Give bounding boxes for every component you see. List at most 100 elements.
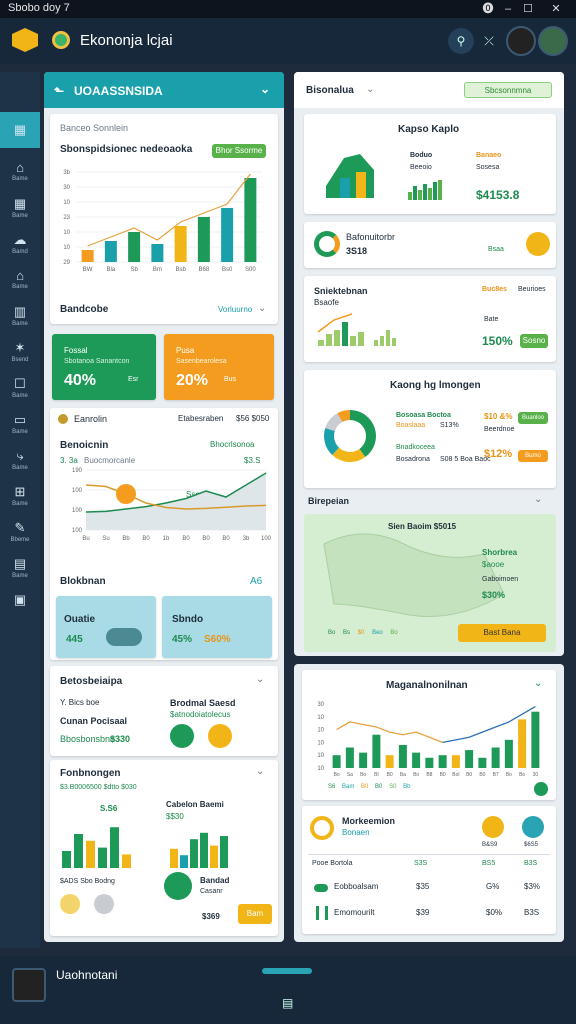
- bar: [433, 182, 437, 200]
- back-icon[interactable]: ⬑: [54, 84, 64, 98]
- row-label: Eobboalsam: [334, 882, 379, 891]
- chevron-down-icon[interactable]: ⌄: [256, 674, 264, 685]
- rail-item[interactable]: ☁ Bamd: [0, 228, 40, 264]
- legend-label: Bnadkoceea: [396, 444, 435, 451]
- kpi-value: 40%: [64, 372, 97, 389]
- legend-item: B0: [361, 784, 369, 790]
- x-tick-label: Bu: [82, 536, 89, 542]
- x-tick-label: Bla: [107, 267, 116, 273]
- info-icon[interactable]: ⓿: [480, 1, 496, 17]
- refresh-icon[interactable]: [534, 782, 548, 796]
- edit-icon: ✎: [14, 520, 26, 535]
- combo-chart-card: Maganalnonilnan ⌄ 30 10 10 10 10 10 Bo Sa Bo Bl B0…: [302, 670, 556, 800]
- chevron-down-icon[interactable]: ⌄: [260, 82, 270, 96]
- piggy-icon: [106, 628, 142, 646]
- action-button[interactable]: Bam: [238, 904, 272, 924]
- status-badge[interactable]: Sosno: [520, 334, 548, 348]
- rail-item[interactable]: ⊞ Bame: [0, 480, 40, 516]
- map-button[interactable]: Bast Bana: [458, 624, 546, 642]
- home-indicator[interactable]: [262, 968, 312, 974]
- rail-item[interactable]: ☐ Bame: [0, 372, 40, 408]
- x-tick-label: Bl: [374, 772, 378, 778]
- x-tick-label: Bol: [452, 772, 459, 778]
- maximize-icon[interactable]: ☐: [520, 1, 536, 17]
- chevron-down-icon[interactable]: ⌄: [366, 84, 374, 95]
- coin-icon[interactable]: [208, 724, 232, 748]
- kpi-note: Bus: [224, 376, 237, 383]
- rail-item[interactable]: ▥ Bame: [0, 300, 40, 336]
- rail-item[interactable]: ▤ Bame: [0, 552, 40, 588]
- legend-item: B0: [375, 784, 383, 790]
- chevron-down-icon[interactable]: ⌄: [258, 303, 266, 314]
- rail-item[interactable]: ⌂ Bame: [0, 156, 40, 192]
- rail-item[interactable]: ✎ Bbeme: [0, 516, 40, 552]
- rail-item[interactable]: ⌂ Bame: [0, 264, 40, 300]
- x-tick-label: Bm: [153, 267, 162, 273]
- money-icon: [482, 816, 504, 838]
- rail-item[interactable]: ▦ Bame: [0, 192, 40, 228]
- chevron-down-icon[interactable]: ⌄: [534, 494, 542, 505]
- stat-label: Beerdnoe: [484, 426, 515, 433]
- profile-avatar[interactable]: [538, 26, 568, 56]
- avatar[interactable]: [506, 26, 536, 56]
- rail-item-label: Bame: [12, 176, 28, 182]
- close-icon[interactable]: ✕: [548, 1, 564, 17]
- row-label: Emomourilt: [334, 908, 375, 917]
- bar: [451, 755, 460, 768]
- bars-icon: [316, 906, 328, 920]
- x-tick-label: B0: [479, 772, 485, 778]
- legend-item: Bo: [390, 630, 398, 636]
- rail-item-label: Bame: [12, 284, 28, 290]
- status-badge[interactable]: Sbcsonnmna: [464, 82, 552, 98]
- bar: [244, 178, 257, 262]
- map-title: Sien Baoim $5015: [388, 522, 457, 531]
- bar: [398, 744, 407, 768]
- left-panel: ⬑ UOAASSNSIDA ⌄ Banceo Sonnlein Sbonspid…: [44, 72, 284, 942]
- x-tick-label: Bo: [519, 772, 525, 778]
- right-bottom-panel: Maganalnonilnan ⌄ 30 10 10 10 10 10 Bo Sa Bo Bl B0…: [294, 664, 564, 942]
- y-tick-label: 100: [72, 528, 83, 534]
- x-tick-label: B68: [199, 267, 210, 273]
- bar: [350, 336, 356, 346]
- stat-value: $10 &%: [484, 412, 513, 421]
- bar: [342, 322, 348, 346]
- rail-item[interactable]: ⤷ Bame: [0, 444, 40, 480]
- table-col-header: BS5: [482, 860, 496, 867]
- x-tick-label: Bo: [413, 772, 419, 778]
- minimize-icon[interactable]: –: [500, 1, 516, 17]
- search-icon[interactable]: ⚲: [448, 28, 474, 54]
- y-tick-label: 10: [63, 200, 70, 206]
- rail-item[interactable]: ▦: [0, 112, 40, 148]
- rail-item[interactable]: ▣: [0, 588, 40, 624]
- cell: $0%: [486, 908, 503, 917]
- table-row[interactable]: Emomourilt $39 $0% B3S: [302, 902, 556, 924]
- bar: [385, 755, 394, 768]
- card-title: Morkeemion: [342, 816, 396, 826]
- card-footer-label: $ADS Sbo Bodng: [60, 878, 115, 885]
- table-row[interactable]: Eobboalsam $35 G% $3%: [302, 876, 556, 898]
- map-value: $30%: [482, 590, 506, 600]
- map-area[interactable]: Sien Baoim $5015 Shorbrea $aooe Gaboimoe…: [304, 514, 556, 652]
- refresh-icon[interactable]: [170, 724, 194, 748]
- menu-icon[interactable]: ▤: [282, 996, 293, 1010]
- tile-card[interactable]: Ouatie 445: [56, 596, 156, 658]
- rail-item[interactable]: ▭ Bame: [0, 408, 40, 444]
- kpi-orange-card[interactable]: Pusa Sasenbearolesa 20% Bus: [164, 334, 274, 400]
- filter-icon[interactable]: ⤫: [476, 28, 502, 54]
- kpi-green-card[interactable]: Fossal Sbotanoa Sanantcon 40% Esr: [52, 334, 156, 400]
- y-tick-label: 23: [63, 215, 70, 221]
- legend-item: S6: [328, 784, 336, 790]
- left-panel-header[interactable]: ⬑ UOAASSNSIDA ⌄: [44, 72, 284, 108]
- y-tick-label: 10: [317, 715, 324, 721]
- status-badge[interactable]: Bumo: [518, 450, 548, 462]
- bar: [220, 836, 228, 868]
- rail-item[interactable]: ✶ Bsend: [0, 336, 40, 372]
- card-title: Birepeian: [308, 496, 350, 506]
- metric-card: Bafonuitorbr 3S18 Bsaa: [304, 222, 556, 268]
- user-avatar[interactable]: [12, 968, 46, 1002]
- status-badge[interactable]: Buanloo: [518, 412, 548, 424]
- bar: [504, 739, 513, 768]
- tile-card[interactable]: Sbndo 45% S60%: [162, 596, 272, 658]
- card-title: Betosbeiaipa: [60, 676, 123, 687]
- card-footer-link[interactable]: Vorluurno: [218, 305, 252, 314]
